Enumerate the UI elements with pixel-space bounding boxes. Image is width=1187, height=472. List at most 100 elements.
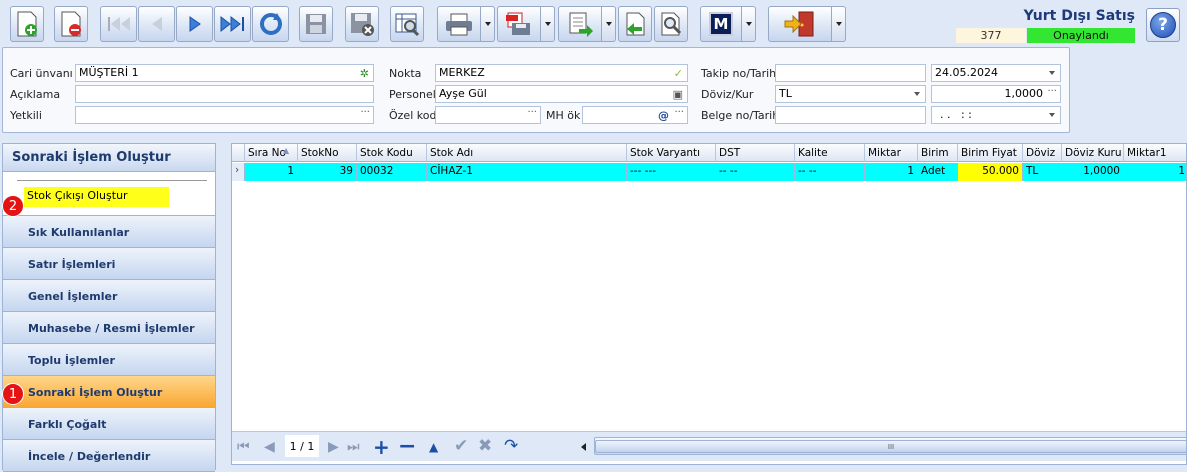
back-icon [626, 12, 645, 36]
tarih-field[interactable]: 24.05.2024 [931, 64, 1061, 82]
aciklama-field[interactable] [75, 85, 374, 103]
nav-incele[interactable]: İncele / Değerlendir [3, 440, 215, 472]
exit-dropdown[interactable] [832, 6, 846, 42]
cell-birim-fiyat[interactable]: 50.000 [958, 163, 1023, 181]
move-up-icon[interactable]: ▲ [429, 440, 438, 454]
yetkili-field[interactable]: ··· [75, 106, 374, 124]
export-dropdown[interactable] [602, 6, 616, 42]
nav-farkli-cogalt[interactable]: Farklı Çoğalt [3, 408, 215, 440]
scroll-thumb[interactable]: III [595, 440, 1186, 453]
redo-icon[interactable]: ↷ [504, 436, 518, 456]
stok-cikisi-olustur-item[interactable]: Stok Çıkışı Oluştur [24, 187, 169, 207]
print-dropdown[interactable] [481, 6, 495, 42]
add-row-icon[interactable]: + [373, 435, 390, 459]
search-button[interactable] [654, 6, 688, 42]
pdf-button[interactable] [497, 6, 541, 42]
col-dst[interactable]: DST [716, 144, 795, 162]
chevron-down-icon [1049, 71, 1055, 75]
horizontal-scrollbar[interactable]: III [594, 437, 1186, 455]
m-button[interactable]: M [700, 6, 742, 42]
export-button[interactable] [558, 6, 602, 42]
page-indicator: 1 / 1 [285, 435, 319, 457]
col-kalite[interactable]: Kalite [795, 144, 865, 162]
m-dropdown[interactable] [742, 6, 756, 42]
personel-field[interactable]: Ayşe Gül ▣ [435, 85, 688, 103]
nav-satir-islemleri[interactable]: Satır İşlemleri [3, 248, 215, 280]
belge-tarih-field[interactable]: . . : : [931, 106, 1061, 124]
belge-no-field[interactable] [775, 106, 926, 124]
cell-doviz[interactable]: TL [1023, 163, 1062, 181]
preview-icon [395, 13, 420, 37]
cell-doviz-kuru[interactable]: 1,0000 [1062, 163, 1124, 181]
tarih-value: 24.05.2024 [935, 66, 998, 79]
personel-label: Personel [389, 88, 436, 101]
cell-birim[interactable]: Adet [918, 163, 958, 181]
prev-button[interactable] [138, 6, 175, 42]
page-title: Yurt Dışı Satış [1023, 8, 1135, 24]
kur-field[interactable]: 1,0000 ··· [931, 85, 1061, 103]
cell-miktar[interactable]: 1 [865, 163, 918, 181]
col-birim[interactable]: Birim [918, 144, 958, 162]
first-page-icon[interactable]: ⏮ [237, 439, 250, 455]
col-birim-fiyat[interactable]: Birim Fiyat [958, 144, 1023, 162]
back-button[interactable] [618, 6, 652, 42]
col-doviz[interactable]: Döviz [1023, 144, 1062, 162]
col-stok-adi[interactable]: Stok Adı [427, 144, 627, 162]
save-close-button[interactable] [345, 6, 379, 42]
nav-muhasebe[interactable]: Muhasebe / Resmi İşlemler [3, 312, 215, 344]
next-page-icon[interactable]: ▶ [328, 439, 339, 455]
col-stok-kodu[interactable]: Stok Kodu [357, 144, 427, 162]
doviz-label: Döviz/Kur [701, 88, 754, 101]
search-icon [661, 12, 682, 36]
cell-sira-no[interactable]: 1 [245, 163, 298, 181]
table-row[interactable]: › 1 39 00032 CİHAZ-1 --- --- -- -- -- --… [232, 163, 1186, 181]
prev-page-icon[interactable]: ◀ [264, 439, 275, 455]
last-button[interactable] [214, 6, 251, 42]
nav-sonraki-islem[interactable]: Sonraki İşlem Oluştur [3, 376, 215, 408]
first-button[interactable] [100, 6, 137, 42]
print-button[interactable] [437, 6, 481, 42]
chevron-down-icon [1049, 113, 1055, 117]
exit-button[interactable] [768, 6, 832, 42]
col-miktar1[interactable]: Miktar1 [1124, 144, 1186, 162]
nav-toplu-islemler[interactable]: Toplu İşlemler [3, 344, 215, 376]
delete-button[interactable] [54, 6, 88, 42]
cell-miktar1[interactable]: 1 [1124, 163, 1186, 181]
mh-ok-label: MH ök [546, 109, 581, 122]
last-page-icon[interactable]: ⏭ [347, 439, 360, 455]
doviz-select[interactable]: TL [775, 85, 926, 103]
remove-row-icon[interactable]: − [398, 434, 416, 459]
cell-dst[interactable]: -- -- [716, 163, 795, 181]
nokta-field[interactable]: MERKEZ ✓ [435, 64, 688, 82]
col-miktar[interactable]: Miktar [865, 144, 918, 162]
next-button[interactable] [176, 6, 213, 42]
nav-genel-islemler[interactable]: Genel İşlemler [3, 280, 215, 312]
cell-kalite[interactable]: -- -- [795, 163, 865, 181]
preview-button[interactable] [390, 6, 424, 42]
new-button[interactable] [10, 6, 44, 42]
save-button[interactable] [299, 6, 333, 42]
panel-title: Sonraki İşlem Oluştur [3, 144, 215, 172]
col-stok-varyanti[interactable]: Stok Varyantı [627, 144, 716, 162]
cancel-icon[interactable]: ✖ [478, 436, 492, 456]
ellipsis-icon: ··· [527, 107, 537, 118]
cari-unvani-field[interactable]: MÜŞTERİ 1 ✲ [75, 64, 374, 82]
mh-ok-field[interactable]: @ ··· [582, 106, 688, 124]
cell-stok-varyanti[interactable]: --- --- [627, 163, 716, 181]
refresh-button[interactable] [252, 6, 289, 42]
col-sira-no[interactable]: Sıra No [245, 144, 298, 162]
cell-stok-adi[interactable]: CİHAZ-1 [427, 163, 627, 181]
pdf-dropdown[interactable] [541, 6, 555, 42]
ozel-kod-field[interactable]: ··· [435, 106, 541, 124]
nokta-label: Nokta [389, 67, 422, 80]
takip-no-field[interactable] [775, 64, 926, 82]
cell-stok-kodu[interactable]: 00032 [357, 163, 427, 181]
cell-stok-no[interactable]: 39 [298, 163, 357, 181]
col-doviz-kuru[interactable]: Döviz Kuru [1062, 144, 1124, 162]
col-stok-no[interactable]: StokNo [298, 144, 357, 162]
help-button[interactable]: ? [1146, 8, 1180, 42]
nav-sik-kullanilanlar[interactable]: Sık Kullanılanlar [3, 216, 215, 248]
exit-icon [784, 11, 814, 37]
confirm-icon[interactable]: ✔ [454, 436, 468, 456]
scroll-left-icon[interactable] [581, 443, 586, 451]
